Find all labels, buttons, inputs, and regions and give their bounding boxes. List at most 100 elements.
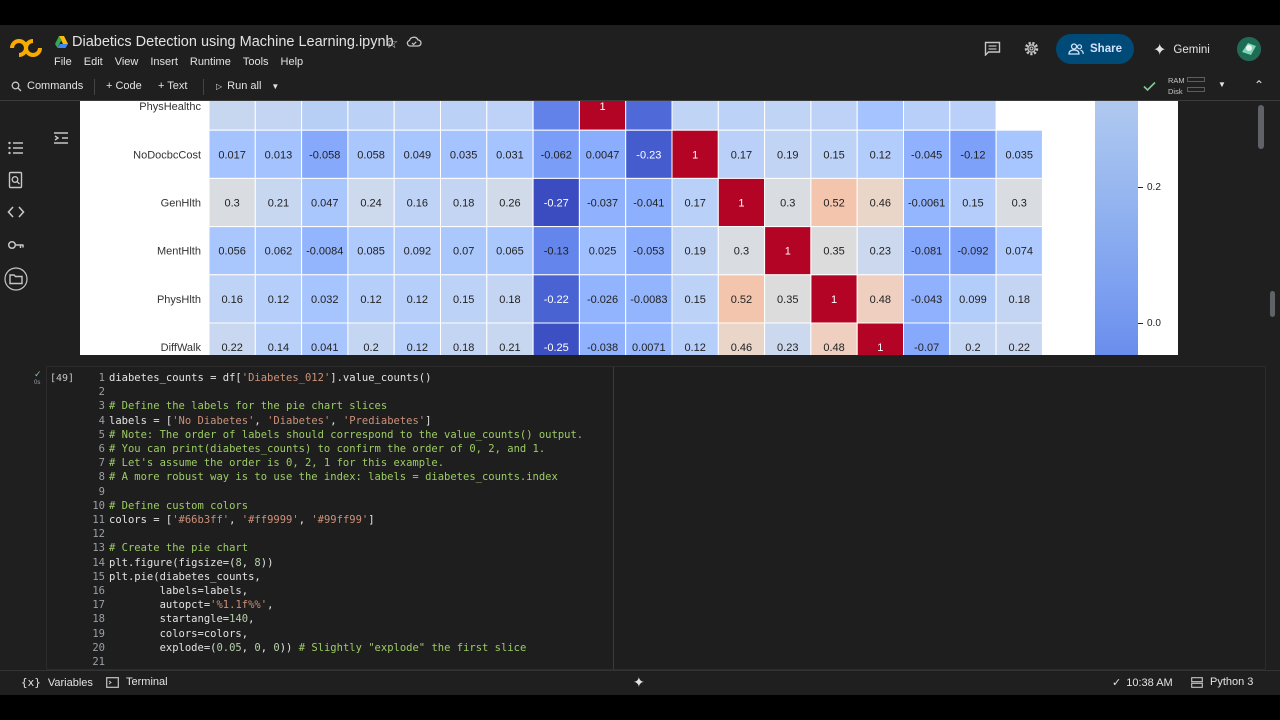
code-line[interactable]: 6 # You can print(diabetes_counts) to con… [81,442,546,456]
add-code-label: + Code [106,80,142,92]
code-token: explode=( [109,641,217,654]
variables-button[interactable]: {x} Variables [21,676,93,689]
output-scrollbar[interactable] [1258,105,1264,149]
execution-status[interactable]: ✓ 10:38 AM [1112,676,1173,690]
add-text-button[interactable]: + Text [158,80,187,92]
menu-edit[interactable]: Edit [84,56,103,68]
code-line[interactable]: 2 [81,385,109,399]
code-token: , [260,641,274,654]
connected-check-icon [1143,81,1156,92]
menu-help[interactable]: Help [281,56,304,68]
code-line[interactable]: 18 startangle=140, [81,612,254,626]
heatmap-cell [764,101,812,131]
heatmap-cell [625,101,673,131]
code-line[interactable]: 1 diabetes_counts = df['Diabetes_012'].va… [81,371,432,385]
code-line[interactable]: 4 labels = ['No Diabetes', 'Diabetes', 'P… [81,414,432,428]
code-line[interactable]: 16 labels=labels, [81,584,248,598]
code-line[interactable]: 5 # Note: The order of labels should corr… [81,428,583,442]
menu-insert[interactable]: Insert [150,56,178,68]
share-label: Share [1090,43,1122,55]
heatmap-cell [254,101,303,131]
heatmap-value: 1 [692,149,698,161]
menu-view[interactable]: View [115,56,139,68]
code-editor[interactable]: 1 diabetes_counts = df['Diabetes_012'].va… [47,367,614,669]
find-icon[interactable] [7,171,25,189]
star-icon[interactable]: ☆ [385,34,398,52]
heatmap-value: 0.21 [268,198,289,210]
code-line[interactable]: 9 [81,485,109,499]
terminal-button[interactable]: Terminal [106,676,168,688]
line-number: 14 [92,556,105,569]
cloud-saved-icon[interactable] [406,35,422,49]
code-line[interactable]: 11 colors = ['#66b3ff', '#ff9999', '#99ff… [81,513,375,527]
gemini-spark-icon[interactable]: ✦ [633,674,645,691]
code-snippets-icon[interactable] [7,203,25,221]
heatmap-value: 1 [877,342,883,354]
cell-output: PhysHealthc 1 NoDocbcCost 0.017 0.013 -0.058 0… [80,101,1178,355]
code-token: '#66b3ff' [172,514,230,526]
commands-button[interactable]: Commands [11,80,83,92]
code-token: # Create the pie chart [109,542,249,555]
line-number: 16 [92,585,105,597]
runtime-type-button[interactable]: Python 3 [1191,676,1253,688]
line-number: 4 [98,414,105,427]
heatmap-value: 0.062 [265,246,293,258]
run-all-button[interactable]: ▷ Run all ▼ [216,80,279,92]
menu-runtime[interactable]: Runtime [190,56,231,68]
line-number: 21 [92,656,105,668]
heatmap-cell [903,101,951,131]
code-line[interactable]: 15 plt.pie(diabetes_counts, [81,570,260,584]
comment-icon[interactable] [984,41,1001,56]
heatmap-value: -0.0084 [306,246,343,258]
search-icon [11,81,22,91]
code-token: ].value_counts() [330,372,432,384]
user-avatar[interactable] [1237,37,1261,61]
code-line[interactable]: 3 # Define the labels for the pie chart s… [81,399,387,413]
table-of-contents-icon[interactable] [7,139,25,157]
heatmap-value: 0.3 [225,198,240,210]
collapse-up-icon[interactable]: ⌃ [1254,78,1264,92]
menu-tools[interactable]: Tools [243,56,269,68]
code-line[interactable]: 21 [81,655,109,669]
heatmap-cell [671,101,719,131]
line-number: 11 [92,514,105,526]
code-token: 'Diabetes' [267,414,331,427]
page-scrollbar[interactable] [1270,291,1275,317]
heatmap-value: 0.0071 [632,342,666,354]
heatmap-value: -0.12 [960,149,985,161]
heatmap-value: 0.12 [870,149,891,161]
menu-file[interactable]: File [54,56,72,68]
notebook-title[interactable]: Diabetics Detection using Machine Learni… [72,34,394,50]
line-number: 6 [98,443,105,455]
ram-disk-indicator[interactable]: RAM Disk [1168,75,1185,97]
line-number: 8 [98,471,105,484]
colab-logo[interactable] [10,37,42,59]
code-line[interactable]: 10 # Define custom colors [81,499,248,513]
gemini-button[interactable]: ✦ Gemini [1153,40,1210,60]
heatmap-value: 0.017 [218,149,246,161]
code-line[interactable]: 13 # Create the pie chart [81,541,248,555]
code-line[interactable]: 8 # A more robust way is to use the index… [81,470,558,484]
heatmap-value: 0.056 [218,246,246,258]
heatmap-value: 0.049 [404,149,432,161]
code-line[interactable]: 19 colors=colors, [81,627,248,641]
code-line[interactable]: 7 # Let's assume the order is 0, 2, 1 for… [81,456,444,470]
share-button[interactable]: Share [1056,34,1134,64]
heatmap-value: 0.35 [777,294,798,306]
resource-chevron-icon[interactable]: ▼ [1218,80,1226,89]
code-cell[interactable]: [49] 1 diabetes_counts = df['Diabetes_012… [46,366,1266,670]
code-line[interactable]: 14 plt.figure(figsize=(8, 8)) [81,556,273,570]
heatmap-row-label: PhysHealthc [139,101,201,113]
chevron-down-icon[interactable]: ▼ [271,82,279,91]
heatmap-value: -0.026 [587,294,618,306]
collapse-output-icon[interactable] [53,131,69,145]
code-line[interactable]: 17 autopct='%1.1f%%', [81,598,273,612]
key-icon[interactable] [7,236,25,254]
files-folder-icon[interactable] [4,267,28,291]
code-token: ] [368,514,375,526]
gear-icon[interactable] [1023,40,1040,57]
drive-icon[interactable] [55,36,68,48]
code-line[interactable]: 12 [81,527,109,541]
code-line[interactable]: 20 explode=(0.05, 0, 0)) # Slightly "exp… [81,641,526,655]
add-code-button[interactable]: + Code [106,80,142,92]
